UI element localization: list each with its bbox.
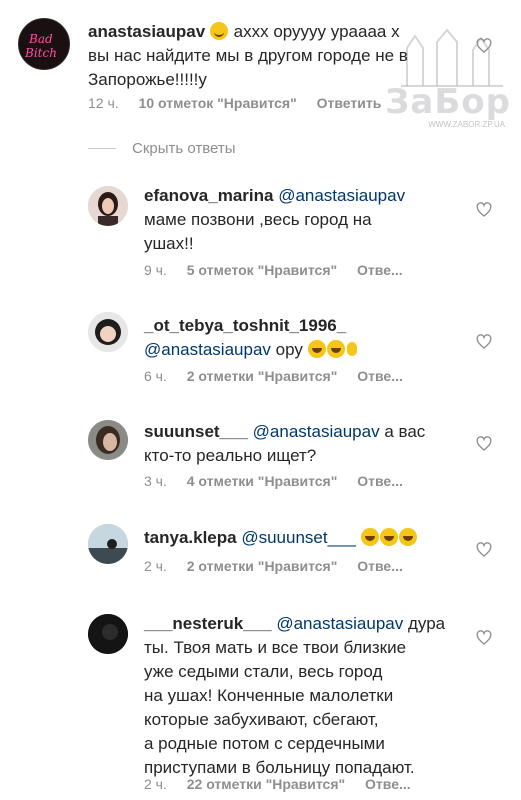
comment-time: 2 ч. bbox=[144, 558, 167, 574]
laughing-tears-icon bbox=[326, 340, 345, 358]
user-photo bbox=[88, 312, 128, 352]
comment-line2: ору bbox=[275, 340, 303, 359]
comment-username[interactable]: tanya.klepa bbox=[144, 528, 237, 547]
avatar[interactable] bbox=[88, 420, 128, 460]
comment-line3: уже седыми стали, весь город bbox=[144, 662, 383, 681]
comment-line1: аххх оруууу ураааа х bbox=[233, 22, 400, 41]
comment-username[interactable]: efanova_marina bbox=[144, 186, 273, 205]
comment-meta: 6 ч. 2 отметки "Нравится" Отве... bbox=[144, 368, 403, 384]
comment-line4: на ушах! Конченные малолетки bbox=[144, 686, 394, 705]
reply-comment: efanova_marina @anastasiaupav маме позво… bbox=[0, 180, 521, 290]
avatar[interactable] bbox=[88, 312, 128, 352]
mention-link[interactable]: @suuunset___ bbox=[241, 528, 356, 547]
comment-line1-rest: а вас bbox=[384, 422, 426, 441]
reply-button[interactable]: Отве... bbox=[357, 473, 403, 489]
comment-text: anastasiaupav аххх оруууу ураааа х вы на… bbox=[88, 20, 488, 92]
comment-time: 12 ч. bbox=[88, 95, 119, 111]
user-photo bbox=[88, 614, 128, 654]
reply-comment: suuunset___ @anastasiaupav а вас кто-то … bbox=[0, 418, 521, 498]
comment-time: 2 ч. bbox=[144, 776, 167, 792]
avatar[interactable] bbox=[88, 614, 128, 654]
mention-link[interactable]: @anastasiaupav bbox=[144, 340, 271, 359]
avatar[interactable]: Bad Bitch bbox=[18, 18, 70, 70]
ok-hand-icon bbox=[346, 340, 360, 358]
rolling-laughing-icon bbox=[360, 528, 379, 546]
comment-time: 9 ч. bbox=[144, 262, 167, 278]
comment-line2: вы нас найдите мы в другом городе не в bbox=[88, 46, 408, 65]
comment-line7: приступами в больницу попадают. bbox=[144, 758, 415, 777]
svg-text:Bad: Bad bbox=[28, 32, 53, 46]
reply-button[interactable]: Отве... bbox=[365, 776, 411, 792]
comment-meta: 3 ч. 4 отметки "Нравится" Отве... bbox=[144, 473, 403, 489]
heart-icon[interactable] bbox=[476, 542, 492, 558]
reply-button[interactable]: Отве... bbox=[357, 558, 403, 574]
comment-username[interactable]: ___nesteruk___ bbox=[144, 614, 272, 633]
top-comment: Bad Bitch anastasiaupav аххх оруууу ураа… bbox=[0, 0, 521, 130]
comment-text: _ot_tebya_toshnit_1996_ @anastasiaupav о… bbox=[144, 314, 464, 362]
reply-comment: _ot_tebya_toshnit_1996_ @anastasiaupav о… bbox=[0, 312, 521, 392]
avatar[interactable] bbox=[88, 186, 128, 226]
rolling-laughing-icon bbox=[379, 528, 398, 546]
rolling-laughing-icon bbox=[398, 528, 417, 546]
comment-line1-rest: дура bbox=[407, 614, 446, 633]
heart-icon[interactable] bbox=[476, 38, 492, 54]
divider-line bbox=[88, 148, 116, 149]
comment-line2: ты. Твоя мать и все твои близкие bbox=[144, 638, 407, 657]
mention-link[interactable]: @anastasiaupav bbox=[276, 614, 403, 633]
reply-button[interactable]: Отве... bbox=[357, 368, 403, 384]
heart-icon[interactable] bbox=[476, 436, 492, 452]
comment-username[interactable]: anastasiaupav bbox=[88, 22, 205, 41]
hide-replies-toggle[interactable]: Скрыть ответы bbox=[88, 140, 236, 157]
likes-count[interactable]: 2 отметки "Нравится" bbox=[187, 368, 338, 384]
comment-text: tanya.klepa @suuunset___ bbox=[144, 526, 474, 550]
comment-meta: 9 ч. 5 отметок "Нравится" Отве... bbox=[144, 262, 403, 278]
comment-line2: кто-то реально ищет? bbox=[144, 446, 317, 465]
comment-line6: а родные потом с сердечными bbox=[144, 734, 385, 753]
reply-comment: tanya.klepa @suuunset___ 2 ч. 2 отметки … bbox=[0, 522, 521, 582]
comment-time: 3 ч. bbox=[144, 473, 167, 489]
comment-time: 6 ч. bbox=[144, 368, 167, 384]
hide-replies-label: Скрыть ответы bbox=[132, 140, 236, 157]
comment-username[interactable]: suuunset___ bbox=[144, 422, 248, 441]
comment-meta: 12 ч. 10 отметок "Нравится" Ответить bbox=[88, 95, 381, 111]
likes-count[interactable]: 22 отметки "Нравится" bbox=[187, 776, 345, 792]
user-photo bbox=[88, 420, 128, 460]
comment-line5: которые забухивают, сбегают, bbox=[144, 710, 379, 729]
comment-text: suuunset___ @anastasiaupav а вас кто-то … bbox=[144, 420, 464, 468]
heart-icon[interactable] bbox=[476, 630, 492, 646]
user-photo bbox=[88, 186, 128, 226]
mention-link[interactable]: @anastasiaupav bbox=[253, 422, 380, 441]
comment-text: efanova_marina @anastasiaupav маме позво… bbox=[144, 184, 464, 256]
smiling-face-icon bbox=[209, 22, 228, 40]
reply-button[interactable]: Ответить bbox=[317, 95, 382, 111]
user-photo bbox=[88, 524, 128, 564]
comment-line2: маме позвони ,весь город на bbox=[144, 210, 372, 229]
likes-count[interactable]: 10 отметок "Нравится" bbox=[139, 95, 297, 111]
svg-text:Bitch: Bitch bbox=[24, 46, 57, 60]
avatar[interactable] bbox=[88, 524, 128, 564]
heart-icon[interactable] bbox=[476, 334, 492, 350]
comment-text: ___nesteruk___ @anastasiaupav дура ты. Т… bbox=[144, 612, 464, 780]
comment-line3: Запорожье!!!!!у bbox=[88, 70, 207, 89]
reply-button[interactable]: Отве... bbox=[357, 262, 403, 278]
likes-count[interactable]: 5 отметок "Нравится" bbox=[187, 262, 337, 278]
bad-bitch-neon-logo: Bad Bitch bbox=[19, 19, 69, 69]
comment-meta: 2 ч. 22 отметки "Нравится" Отве... bbox=[144, 776, 411, 792]
likes-count[interactable]: 4 отметки "Нравится" bbox=[187, 473, 338, 489]
likes-count[interactable]: 2 отметки "Нравится" bbox=[187, 558, 338, 574]
comment-meta: 2 ч. 2 отметки "Нравится" Отве... bbox=[144, 558, 403, 574]
mention-link[interactable]: @anastasiaupav bbox=[278, 186, 405, 205]
reply-comment: ___nesteruk___ @anastasiaupav дура ты. Т… bbox=[0, 610, 521, 800]
comment-line3: ушах!! bbox=[144, 234, 194, 253]
laughing-tears-icon bbox=[307, 340, 326, 358]
comment-username[interactable]: _ot_tebya_toshnit_1996_ bbox=[144, 316, 346, 335]
heart-icon[interactable] bbox=[476, 202, 492, 218]
